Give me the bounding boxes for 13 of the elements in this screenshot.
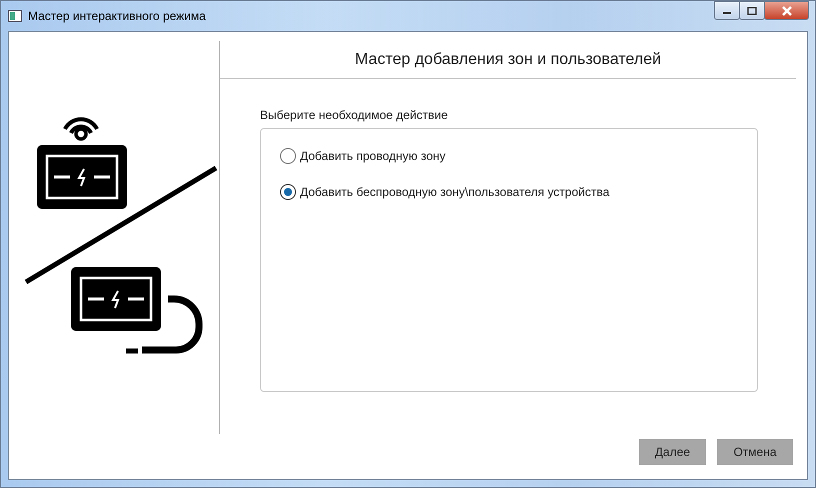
wizard-title: Мастер добавления зон и пользователей bbox=[354, 50, 662, 68]
close-icon bbox=[780, 6, 792, 16]
close-button[interactable] bbox=[764, 1, 809, 20]
window-title: Мастер интерактивного режима bbox=[28, 9, 206, 23]
prompt-label: Выберите необходимое действие bbox=[260, 108, 448, 122]
minimize-button[interactable] bbox=[714, 1, 740, 20]
dialog-button[interactable]: Далее bbox=[639, 439, 706, 465]
radio-option[interactable]: Добавить беспроводную зону\пользователя устройства bbox=[280, 184, 738, 200]
maximize-icon bbox=[747, 6, 757, 14]
dialog-button[interactable]: Отмена bbox=[717, 439, 793, 465]
maximize-button[interactable] bbox=[739, 1, 765, 20]
radio-option[interactable]: Добавить проводную зону bbox=[280, 148, 738, 164]
app-icon bbox=[8, 10, 22, 22]
